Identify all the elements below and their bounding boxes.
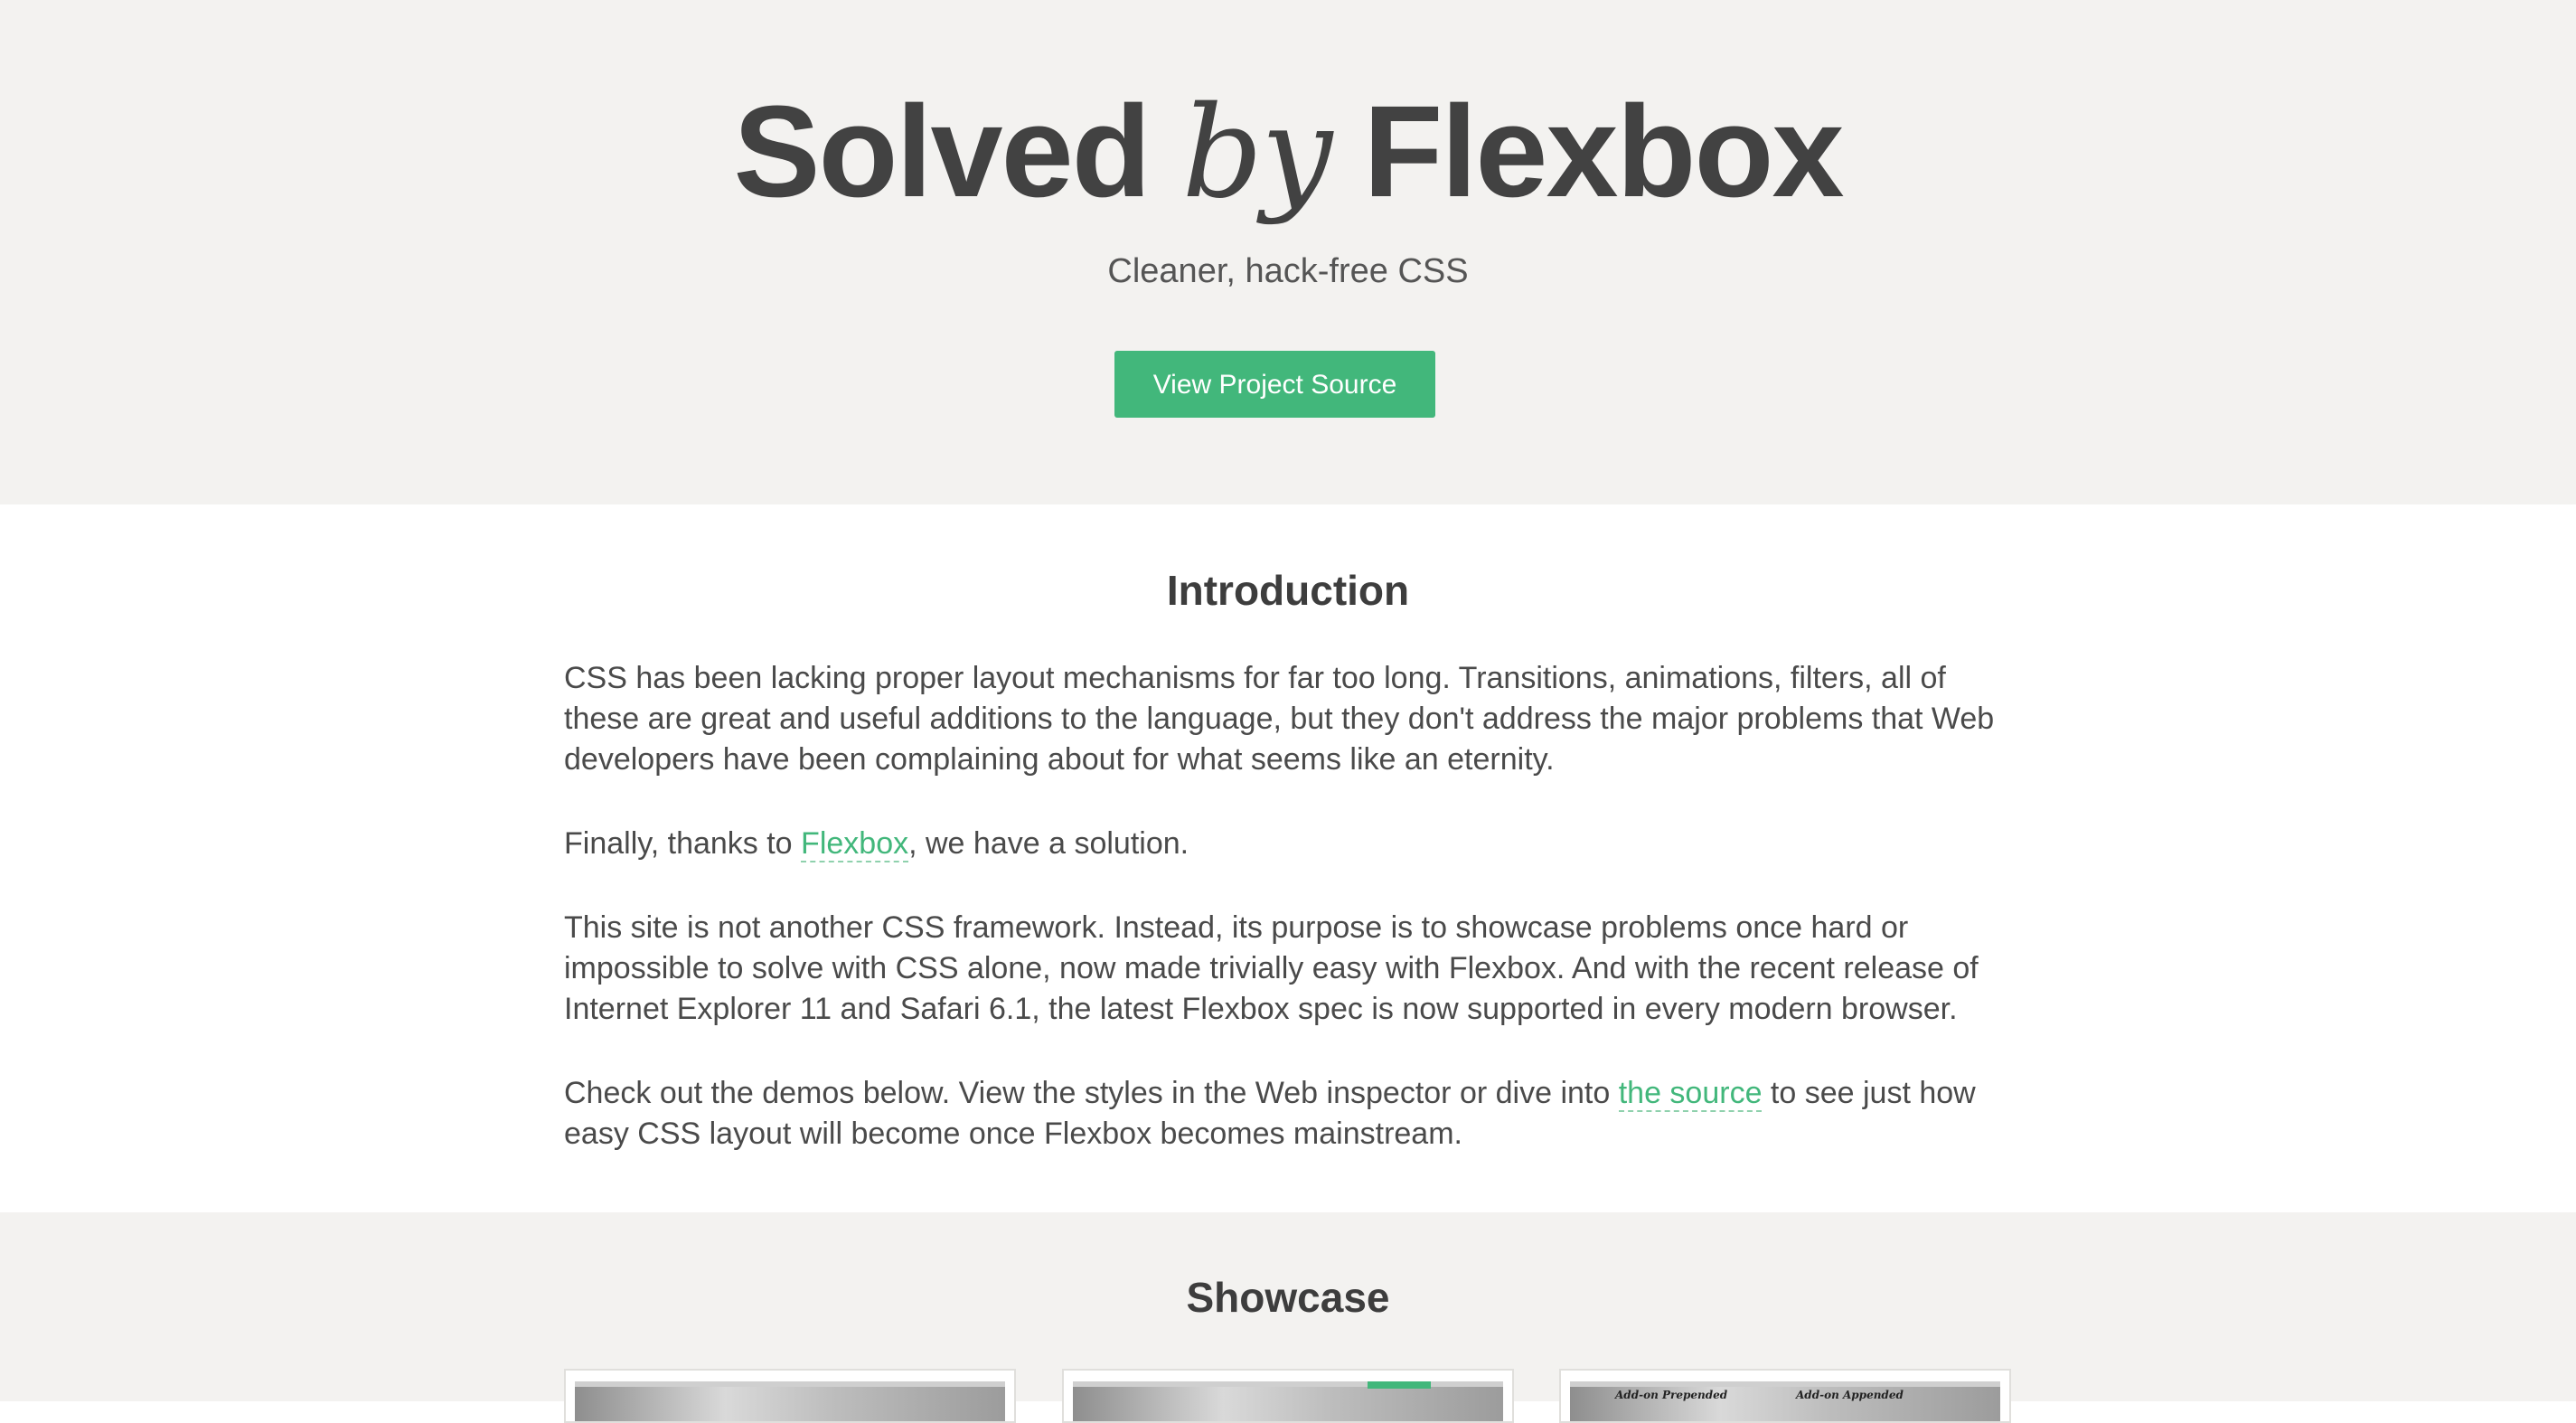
showcase-thumbnail-3: Add-on Prepended Add-on Appended [1570,1381,2000,1421]
introduction-body: CSS has been lacking proper layout mecha… [564,658,2010,1198]
intro-paragraph-4: Check out the demos below. View the styl… [564,1073,2010,1154]
thumbnail-accent-bar [1368,1381,1431,1389]
flexbox-link[interactable]: Flexbox [801,826,909,862]
intro-paragraph-2: Finally, thanks to Flexbox, we have a so… [564,824,2010,864]
view-project-source-button[interactable]: View Project Source [1114,351,1435,418]
intro-p4-text: Check out the demos below. View the styl… [564,1076,1619,1110]
page-title: Solved by Flexbox [0,71,2576,235]
hero-subtitle: Cleaner, hack-free CSS [1107,252,1469,290]
title-solved: Solved [733,79,1151,224]
intro-p2-text: Finally, thanks to [564,826,802,861]
showcase-heading: Showcase [1186,1274,1390,1321]
intro-paragraph-3: This site is not another CSS framework. … [564,910,1979,1026]
hero-section: Solved by Flexbox Cleaner, hack-free CSS V… [0,0,2576,504]
showcase-card-1[interactable] [564,1369,1016,1423]
thumbnail-caption-appended: Add-on Appended [1796,1389,1904,1401]
introduction-heading: Introduction [1166,567,1410,614]
intro-paragraph-1: CSS has been lacking proper layout mecha… [564,661,1995,777]
intro-p2-text-after: , we have a solution. [908,826,1189,861]
showcase-section: Showcase Add-on Prepended Add-on Appende… [0,1212,2576,1423]
the-source-link[interactable]: the source [1618,1076,1763,1112]
showcase-thumbnail-2 [1073,1381,1503,1421]
showcase-card-3[interactable]: Add-on Prepended Add-on Appended [1559,1369,2011,1423]
showcase-card-2[interactable] [1062,1369,1514,1423]
title-by: by [1181,80,1333,227]
title-flexbox: Flexbox [1363,79,1844,224]
thumbnail-caption-prepended: Add-on Prepended [1615,1389,1728,1401]
introduction-section: Introduction CSS has been lacking proper… [0,504,2576,1212]
showcase-thumbnail-1 [575,1381,1005,1421]
